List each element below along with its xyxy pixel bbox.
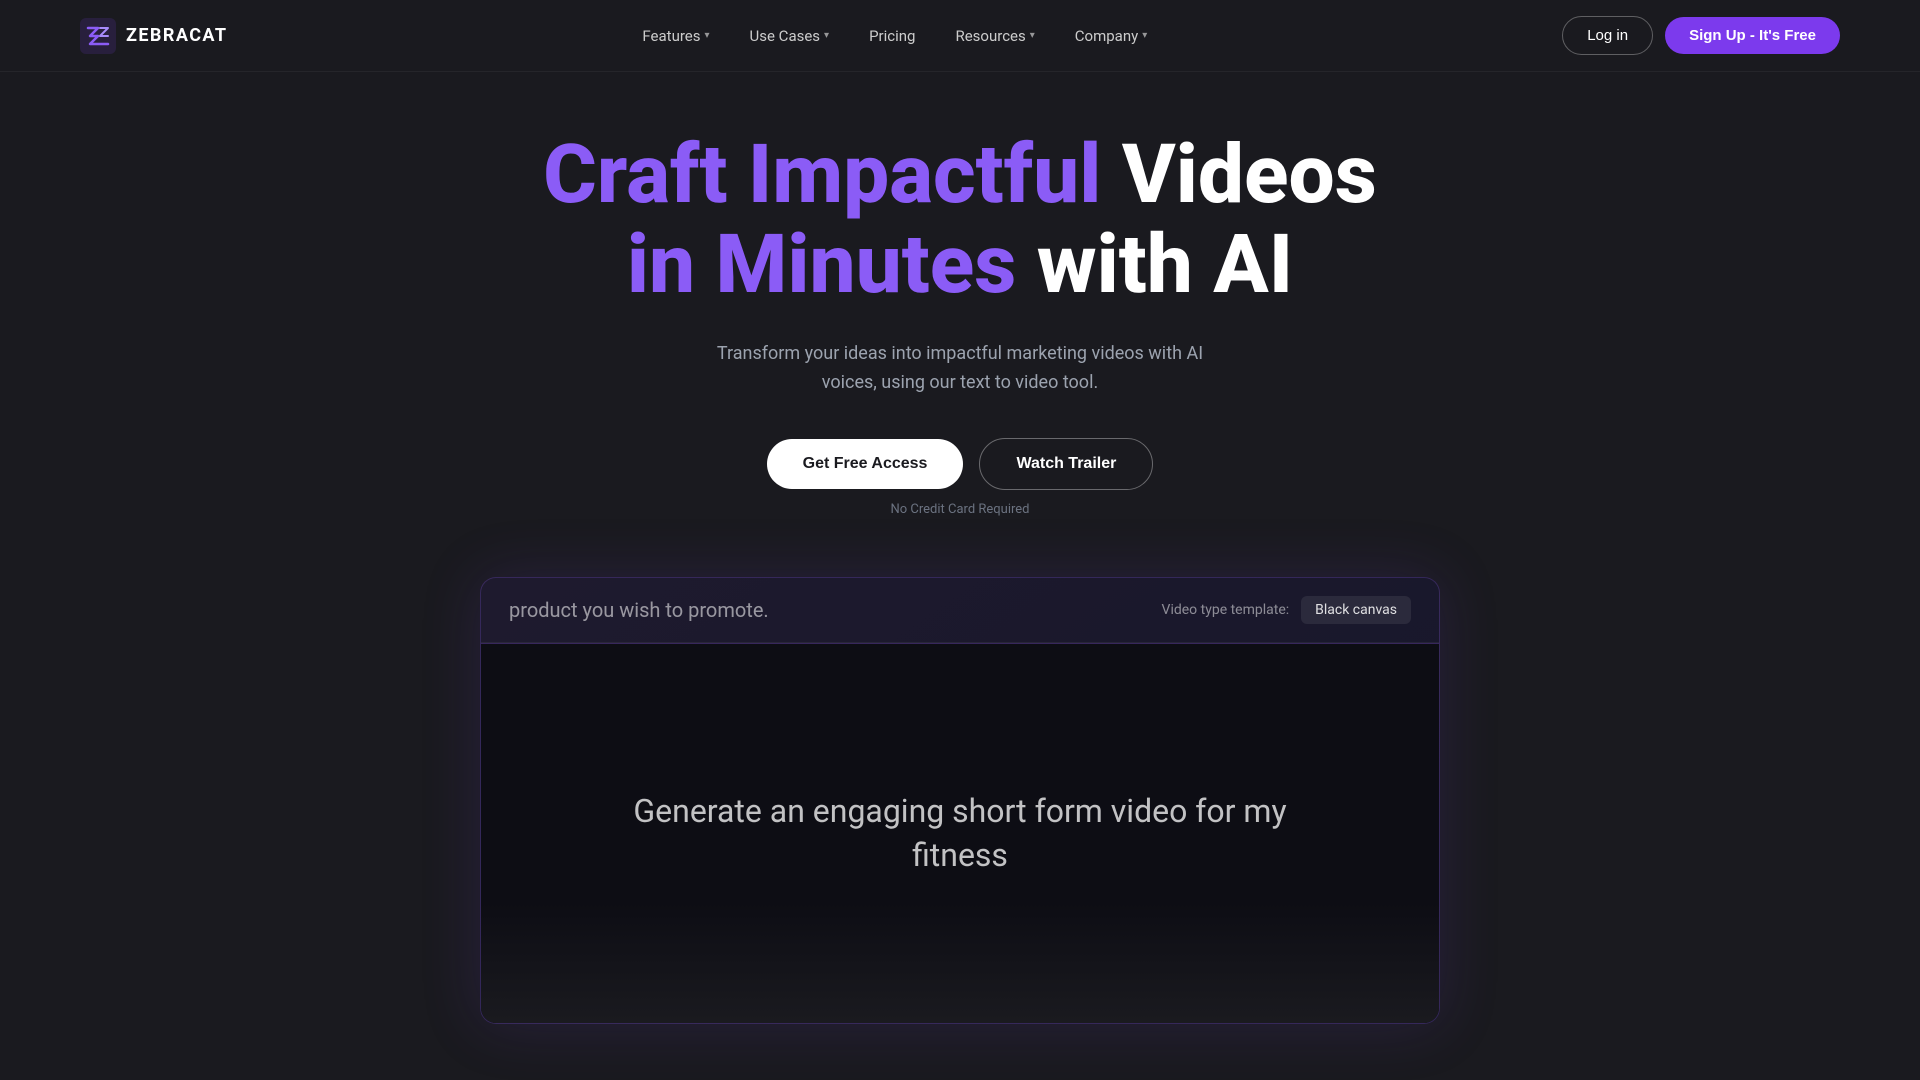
get-free-access-button[interactable]: Get Free Access bbox=[767, 439, 964, 489]
nav-features[interactable]: Features ▾ bbox=[626, 19, 725, 53]
demo-bottom-fade bbox=[481, 903, 1439, 1023]
nav-actions: Log in Sign Up - It's Free bbox=[1562, 16, 1840, 55]
nav-links: Features ▾ Use Cases ▾ Pricing Resources… bbox=[626, 19, 1163, 53]
hero-title-with-ai-word: with AI bbox=[1037, 217, 1293, 313]
demo-video-text: Generate an engaging short form video fo… bbox=[590, 749, 1330, 919]
demo-template-selector[interactable]: Video type template: Black canvas bbox=[1162, 596, 1411, 624]
watch-trailer-button[interactable]: Watch Trailer bbox=[979, 438, 1153, 490]
demo-prompt-text: product you wish to promote. bbox=[509, 598, 769, 622]
nav-use-cases[interactable]: Use Cases ▾ bbox=[734, 19, 846, 53]
demo-template-value: Black canvas bbox=[1301, 596, 1411, 624]
resources-chevron-icon: ▾ bbox=[1030, 30, 1035, 41]
hero-subtitle: Transform your ideas into impactful mark… bbox=[690, 340, 1230, 398]
zebracat-logo-icon bbox=[80, 18, 116, 54]
nav-pricing[interactable]: Pricing bbox=[853, 19, 931, 53]
features-chevron-icon: ▾ bbox=[705, 30, 710, 41]
demo-container: product you wish to promote. Video type … bbox=[480, 577, 1440, 1024]
demo-top-bar: product you wish to promote. Video type … bbox=[481, 578, 1439, 643]
nav-company[interactable]: Company ▾ bbox=[1059, 19, 1163, 53]
login-button[interactable]: Log in bbox=[1562, 16, 1653, 55]
signup-button[interactable]: Sign Up - It's Free bbox=[1665, 17, 1840, 54]
demo-template-label: Video type template: bbox=[1162, 602, 1290, 618]
hero-title-craft: Craft Impactful bbox=[543, 127, 1101, 223]
use-cases-chevron-icon: ▾ bbox=[824, 30, 829, 41]
hero-title-videos-word: Videos bbox=[1122, 127, 1377, 223]
logo[interactable]: ZEBRACAT bbox=[80, 18, 227, 54]
logo-text: ZEBRACAT bbox=[126, 25, 227, 46]
hero-title: Craft Impactful Videos in Minutes with A… bbox=[543, 130, 1377, 310]
hero-title-line2: in Minutes with AI bbox=[543, 220, 1377, 310]
company-chevron-icon: ▾ bbox=[1142, 30, 1147, 41]
hero-buttons: Get Free Access Watch Trailer bbox=[767, 438, 1154, 490]
nav-resources[interactable]: Resources ▾ bbox=[939, 19, 1050, 53]
navbar: ZEBRACAT Features ▾ Use Cases ▾ Pricing … bbox=[0, 0, 1920, 72]
no-credit-card-text: No Credit Card Required bbox=[890, 502, 1029, 517]
hero-section: Craft Impactful Videos in Minutes with A… bbox=[0, 0, 1920, 577]
demo-prompt-area: product you wish to promote. bbox=[509, 598, 1138, 622]
hero-title-in-minutes: in Minutes bbox=[627, 217, 1016, 313]
hero-title-line1: Craft Impactful Videos bbox=[543, 130, 1377, 220]
demo-section: product you wish to promote. Video type … bbox=[0, 577, 1920, 1024]
